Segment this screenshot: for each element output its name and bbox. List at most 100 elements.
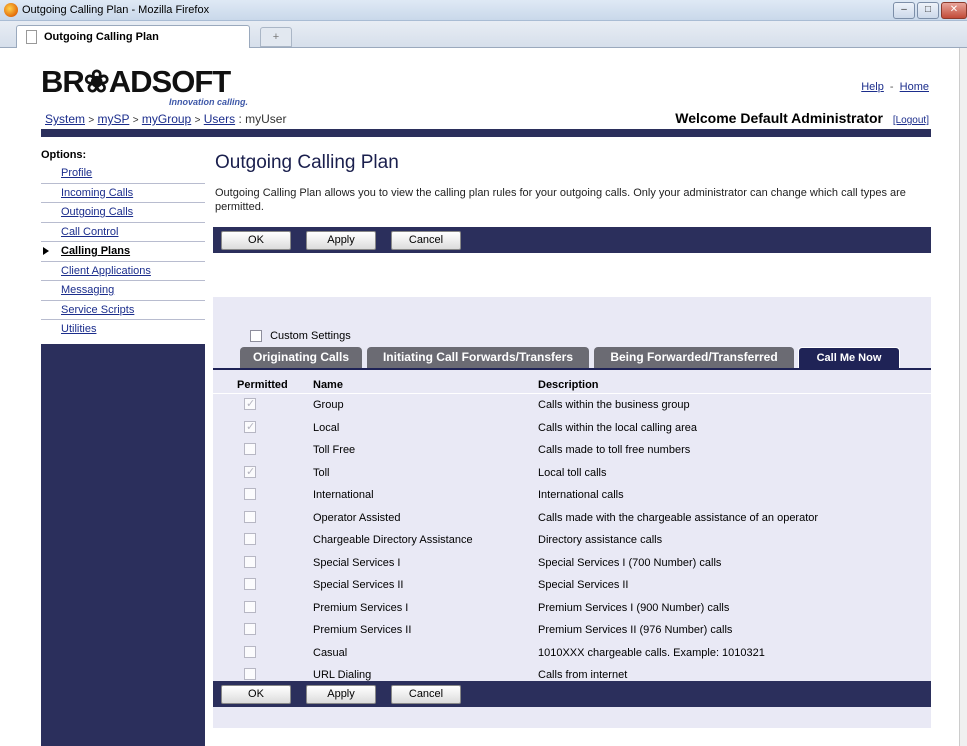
table-row: Casual 1010XXX chargeable calls. Example:…	[213, 642, 931, 665]
browser-tab[interactable]: Outgoing Calling Plan	[16, 25, 250, 48]
breadcrumb-mygroup[interactable]: myGroup	[142, 112, 191, 126]
call-type-name: Local	[313, 421, 340, 434]
breadcrumb-separator: >	[194, 115, 201, 126]
tab-initiating-call-forwards[interactable]: Initiating Call Forwards/Transfers	[367, 347, 589, 368]
sidebar-item-label[interactable]: Utilities	[61, 323, 96, 335]
sidebar-item-label[interactable]: Outgoing Calls	[61, 206, 133, 218]
sidebar-item-label[interactable]: Service Scripts	[61, 304, 134, 316]
permitted-checkbox[interactable]	[244, 533, 256, 546]
header-rule	[213, 393, 931, 394]
permitted-cell	[244, 420, 256, 433]
permitted-checkbox[interactable]	[244, 488, 256, 501]
ok-button[interactable]: OK	[221, 231, 291, 250]
permitted-cell	[244, 397, 256, 411]
sidebar-item-label[interactable]: Calling Plans	[61, 245, 130, 257]
call-type-description: Local toll calls	[538, 466, 607, 479]
sidebar-item-service-scripts[interactable]: Service Scripts	[41, 301, 205, 320]
sidebar-item-label[interactable]: Call Control	[61, 226, 118, 238]
breadcrumb-mysp[interactable]: mySP	[98, 112, 130, 126]
call-type-description: Directory assistance calls	[538, 534, 663, 546]
top-links: Help - Home	[861, 81, 929, 93]
sidebar-item-client-applications[interactable]: Client Applications	[41, 262, 205, 281]
column-permitted: Permitted	[237, 379, 288, 391]
welcome-text: Welcome Default Administrator	[675, 110, 883, 126]
call-type-name: Toll Free	[313, 444, 356, 456]
sidebar-item-label[interactable]: Profile	[61, 167, 92, 179]
permitted-checkbox[interactable]	[244, 443, 256, 456]
top-links-separator: -	[889, 81, 894, 93]
permitted-checkbox[interactable]	[244, 600, 256, 613]
breadcrumb-separator: >	[88, 115, 95, 126]
permitted-checkbox[interactable]	[244, 578, 256, 591]
custom-settings: Custom Settings	[250, 330, 351, 343]
permitted-checkbox[interactable]	[244, 645, 256, 658]
breadcrumb-users[interactable]: Users	[204, 112, 235, 126]
permitted-cell	[244, 645, 256, 658]
call-type-name: Chargeable Directory Assistance	[313, 534, 473, 546]
apply-button[interactable]: Apply	[306, 231, 376, 250]
sidebar-item-call-control[interactable]: Call Control	[41, 223, 205, 242]
breadcrumb: System > mySP > myGroup > Users : myUser	[45, 112, 286, 126]
vertical-scrollbar[interactable]	[959, 48, 967, 746]
sidebar-item-label[interactable]: Incoming Calls	[61, 187, 133, 199]
sidebar-item-calling-plans[interactable]: Calling Plans	[41, 242, 205, 262]
call-type-description: Calls within the local calling area	[538, 421, 697, 434]
help-link[interactable]: Help	[861, 81, 884, 93]
tab-call-me-now[interactable]: Call Me Now	[798, 347, 900, 368]
table-row: Group Calls within the business group	[213, 394, 931, 417]
table-row: Special Services I Special Services I (70…	[213, 552, 931, 575]
permitted-checkbox[interactable]	[244, 623, 256, 636]
permitted-cell	[244, 555, 256, 568]
permitted-cell	[244, 510, 256, 523]
sidebar-item-outgoing-calls[interactable]: Outgoing Calls	[41, 203, 205, 223]
permitted-cell	[244, 465, 256, 478]
permitted-checkbox[interactable]	[244, 465, 256, 478]
sidebar-item-messaging[interactable]: Messaging	[41, 281, 205, 301]
minimize-button[interactable]: –	[893, 2, 915, 19]
tab-originating-calls[interactable]: Originating Calls	[240, 347, 362, 368]
permitted-checkbox[interactable]	[244, 510, 256, 523]
breadcrumb-separator: :	[238, 112, 242, 126]
sidebar-item-utilities[interactable]: Utilities	[41, 320, 205, 340]
sidebar: Options: Profile Incoming Calls Outgoing…	[41, 146, 205, 746]
maximize-button[interactable]: □	[917, 2, 939, 19]
permitted-checkbox[interactable]	[244, 397, 256, 411]
custom-settings-label: Custom Settings	[270, 330, 351, 342]
cancel-button[interactable]: Cancel	[391, 685, 461, 704]
top-button-bar: OK Apply Cancel	[213, 227, 931, 253]
permitted-checkbox[interactable]	[244, 555, 256, 568]
sidebar-item-label[interactable]: Messaging	[61, 284, 114, 296]
call-type-name: URL Dialing	[313, 669, 372, 681]
custom-settings-checkbox[interactable]	[250, 330, 262, 343]
page-description: Outgoing Calling Plan allows you to view…	[215, 187, 906, 213]
table-row: Special Services II Special Services II	[213, 574, 931, 597]
apply-button[interactable]: Apply	[306, 685, 376, 704]
page-title: Outgoing Calling Plan	[215, 152, 399, 173]
ok-button[interactable]: OK	[221, 685, 291, 704]
new-tab-button[interactable]: +	[260, 27, 292, 47]
window-titlebar: Outgoing Calling Plan - Mozilla Firefox …	[0, 0, 967, 21]
cancel-button[interactable]: Cancel	[391, 231, 461, 250]
permitted-checkbox[interactable]	[244, 668, 256, 681]
permitted-cell	[244, 443, 256, 456]
permitted-cell	[244, 533, 256, 546]
call-type-description: Special Services I (700 Number) calls	[538, 556, 722, 569]
home-link[interactable]: Home	[900, 81, 929, 93]
call-type-name: Casual	[313, 646, 348, 659]
permitted-checkbox[interactable]	[244, 420, 256, 433]
call-type-description: Premium Services II (976 Number) calls	[538, 624, 733, 636]
sidebar-item-incoming-calls[interactable]: Incoming Calls	[41, 184, 205, 203]
sidebar-item-label[interactable]: Client Applications	[61, 265, 151, 277]
table-row: Toll Free Calls made to toll free numbers	[213, 439, 931, 462]
permitted-cell	[244, 668, 256, 681]
call-type-name: Special Services II	[313, 579, 404, 591]
logout-link[interactable]: [Logout]	[893, 115, 929, 126]
tab-being-forwarded[interactable]: Being Forwarded/Transferred	[594, 347, 794, 368]
call-type-name: Operator Assisted	[313, 511, 401, 524]
header-divider	[41, 129, 931, 137]
breadcrumb-system[interactable]: System	[45, 112, 85, 126]
page-viewport: BR❀ADSOFT Innovation calling. Help - Hom…	[0, 48, 959, 746]
permitted-cell	[244, 623, 256, 636]
close-button[interactable]: ✕	[941, 2, 967, 19]
sidebar-item-profile[interactable]: Profile	[41, 164, 205, 184]
